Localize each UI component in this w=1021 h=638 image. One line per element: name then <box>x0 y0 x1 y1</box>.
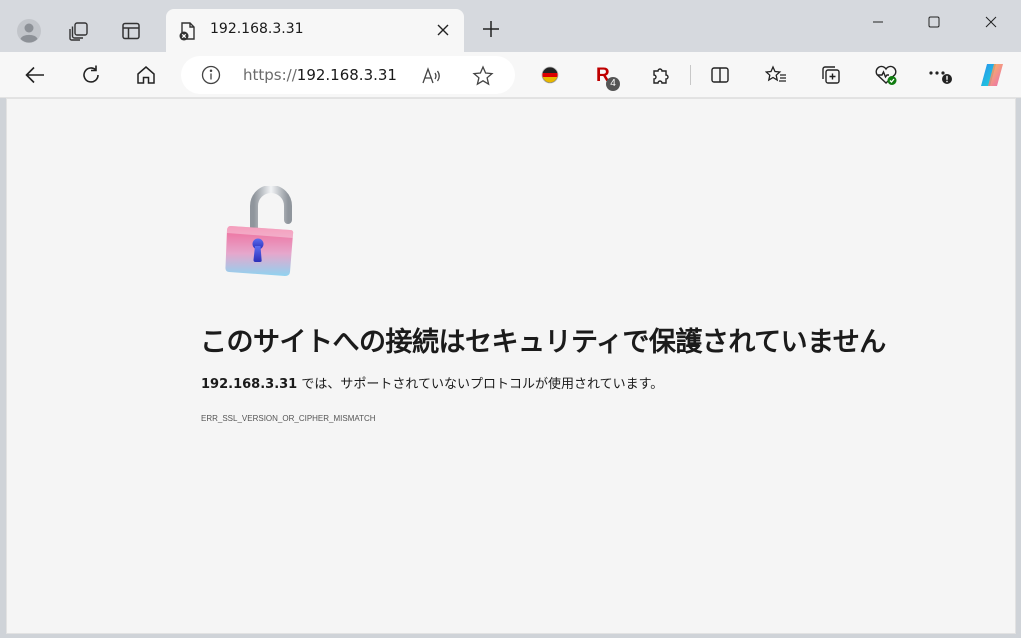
page-content <box>6 98 1016 634</box>
unlocked-padlock-icon <box>218 185 298 282</box>
refresh-icon[interactable] <box>76 60 106 90</box>
rakuten-extension-icon[interactable]: R 4 <box>590 61 620 91</box>
tab-strip: 192.168.3.31 <box>0 0 1021 52</box>
maximize-icon[interactable] <box>911 4 957 40</box>
url-text[interactable]: https://192.168.3.31 <box>243 66 397 84</box>
error-heading: このサイトへの接続はセキュリティで保護されていません <box>200 327 886 358</box>
toolbar-separator <box>690 65 691 85</box>
browser-essentials-icon[interactable] <box>872 61 900 89</box>
active-tab[interactable]: 192.168.3.31 <box>166 9 464 52</box>
profile-icon[interactable] <box>12 14 46 48</box>
extension-flag-icon[interactable] <box>536 61 564 89</box>
vertical-tabs-icon[interactable] <box>114 14 148 48</box>
arrow-left-icon[interactable] <box>20 60 50 90</box>
minimize-icon[interactable] <box>855 4 901 40</box>
extensions-puzzle-icon[interactable] <box>646 61 674 89</box>
broken-page-icon <box>178 21 198 41</box>
error-code: ERR_SSL_VERSION_OR_CIPHER_MISMATCH <box>201 414 376 423</box>
plus-icon[interactable] <box>476 14 506 44</box>
info-icon[interactable] <box>201 65 221 85</box>
read-aloud-icon[interactable] <box>421 65 443 87</box>
error-host: 192.168.3.31 <box>201 377 298 392</box>
copilot-icon[interactable] <box>978 61 1006 89</box>
tab-title: 192.168.3.31 <box>210 21 304 37</box>
star-icon[interactable] <box>472 65 494 87</box>
error-description: 192.168.3.31 では、サポートされていないプロトコルが使用されています… <box>201 373 663 392</box>
close-icon[interactable] <box>432 19 454 41</box>
window-close-icon[interactable] <box>968 4 1014 40</box>
home-icon[interactable] <box>131 60 161 90</box>
address-bar[interactable]: https://192.168.3.31 <box>181 56 515 94</box>
more-options-icon[interactable] <box>926 61 954 89</box>
error-message: では、サポートされていないプロトコルが使用されています。 <box>297 377 664 392</box>
collections-icon[interactable] <box>817 61 845 89</box>
workspaces-icon[interactable] <box>62 14 96 48</box>
navigation-toolbar: https://192.168.3.31 R 4 <box>0 52 1021 98</box>
favorites-list-icon[interactable] <box>762 61 790 89</box>
split-screen-icon[interactable] <box>706 61 734 89</box>
extension-badge: 4 <box>606 77 620 91</box>
